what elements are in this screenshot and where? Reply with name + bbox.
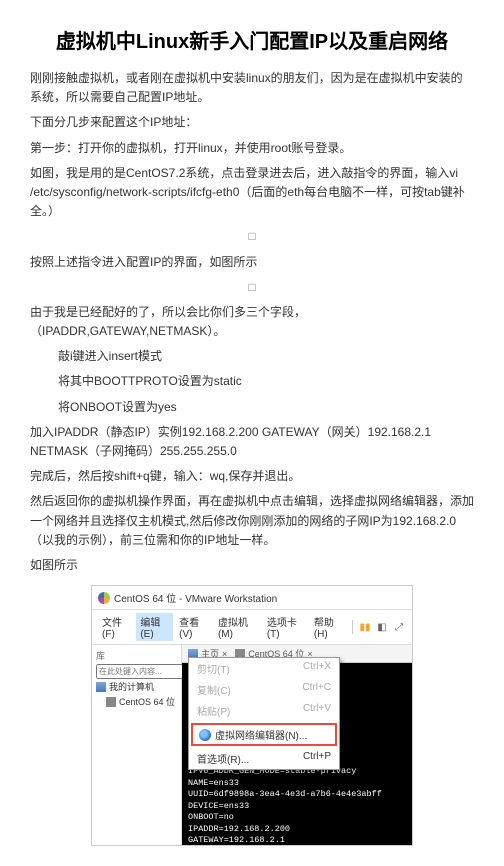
sidebar-title: 库: [96, 649, 177, 662]
paragraph: 完成后，然后按shift+q键，输入：wq,保存并退出。: [30, 467, 474, 486]
tree-home[interactable]: 我的计算机: [96, 679, 177, 694]
paragraph-intro: 刚刚接触虚拟机，或者刚在虚拟机中安装linux的朋友们，因为是在虚拟机中安装的系…: [30, 69, 474, 107]
menu-cut[interactable]: 剪切(T) Ctrl+X: [189, 658, 339, 679]
menu-file[interactable]: 文件(F): [98, 613, 134, 641]
list-item: 敲i键进入insert模式: [58, 347, 474, 366]
sidebar: 库 我的计算机 CentOS 64 位: [92, 645, 182, 845]
menu-preferences[interactable]: 首选项(R)... Ctrl+P: [189, 748, 339, 769]
paragraph: 下面分几步来配置这个IP地址：: [30, 113, 474, 132]
menu-edit[interactable]: 编辑(E): [136, 613, 173, 641]
window-title: CentOS 64 位 - VMware Workstation: [114, 590, 277, 605]
vmware-screenshot: CentOS 64 位 - VMware Workstation 文件(F) 编…: [91, 585, 413, 846]
menu-virtual-network-editor[interactable]: 虚拟网络编辑器(N)...: [193, 725, 335, 744]
menu-copy[interactable]: 复制(C) Ctrl+C: [189, 679, 339, 700]
list-item: 将ONBOOT设置为yes: [58, 398, 474, 417]
paragraph: 如图，我是用的是CentOS7.2系统，点击登录进去后，进入敲指令的界面，输入v…: [30, 164, 474, 222]
toolbar-icon[interactable]: ◧: [375, 620, 389, 634]
menu-vm[interactable]: 虚拟机(M): [214, 613, 261, 641]
pause-icon[interactable]: ▮▮: [358, 620, 372, 634]
menu-vne-highlight: 虚拟网络编辑器(N)...: [191, 723, 337, 746]
list-item: 将其中BOOTTPROTO设置为static: [58, 372, 474, 391]
paragraph: 按照上述指令进入配置IP的界面，如图所示: [30, 253, 474, 272]
menu-tabs[interactable]: 选项卡(T): [263, 613, 308, 641]
image-placeholder: □: [30, 278, 474, 297]
paragraph: 由于我是已经配好的了，所以会比你们多三个字段，（IPADDR,GATEWAY,N…: [30, 303, 474, 341]
home-icon: [96, 682, 106, 692]
main-area: 主页 × CentOS 64 位 × 剪切(T) Ctrl+X 复制(C) Ct…: [182, 645, 412, 845]
centos-icon: [98, 592, 110, 604]
image-placeholder: □: [30, 227, 474, 246]
separator: [352, 620, 353, 634]
menu-help[interactable]: 帮助(H): [310, 613, 347, 641]
paragraph: 加入IPADDR（静态IP）实例192.168.2.200 GATEWAY（网关…: [30, 423, 474, 461]
paragraph: 然后返回你的虚拟机操作界面，再在虚拟机中点击编辑，选择虚拟网络编辑器，添加一个网…: [30, 492, 474, 550]
menubar: 文件(F) 编辑(E) 查看(V) 虚拟机(M) 选项卡(T) 帮助(H) ▮▮…: [92, 610, 412, 645]
pc-icon: [106, 697, 116, 707]
window-titlebar: CentOS 64 位 - VMware Workstation: [92, 586, 412, 610]
paragraph-step1: 第一步：打开你的虚拟机，打开linux，并使用root账号登录。: [30, 139, 474, 158]
menu-paste[interactable]: 粘贴(P) Ctrl+V: [189, 700, 339, 721]
search-input[interactable]: [96, 664, 183, 679]
paragraph: 如图所示: [30, 556, 474, 575]
toolbar-icon[interactable]: ⤢: [392, 620, 406, 634]
tree-vm-item[interactable]: CentOS 64 位: [106, 694, 177, 709]
page-title: 虚拟机中Linux新手入门配置IP以及重启网络: [30, 25, 474, 54]
network-icon: [199, 729, 211, 741]
menu-view[interactable]: 查看(V): [175, 613, 212, 641]
context-menu: 剪切(T) Ctrl+X 复制(C) Ctrl+C 粘贴(P) Ctrl+V 虚…: [188, 657, 340, 770]
